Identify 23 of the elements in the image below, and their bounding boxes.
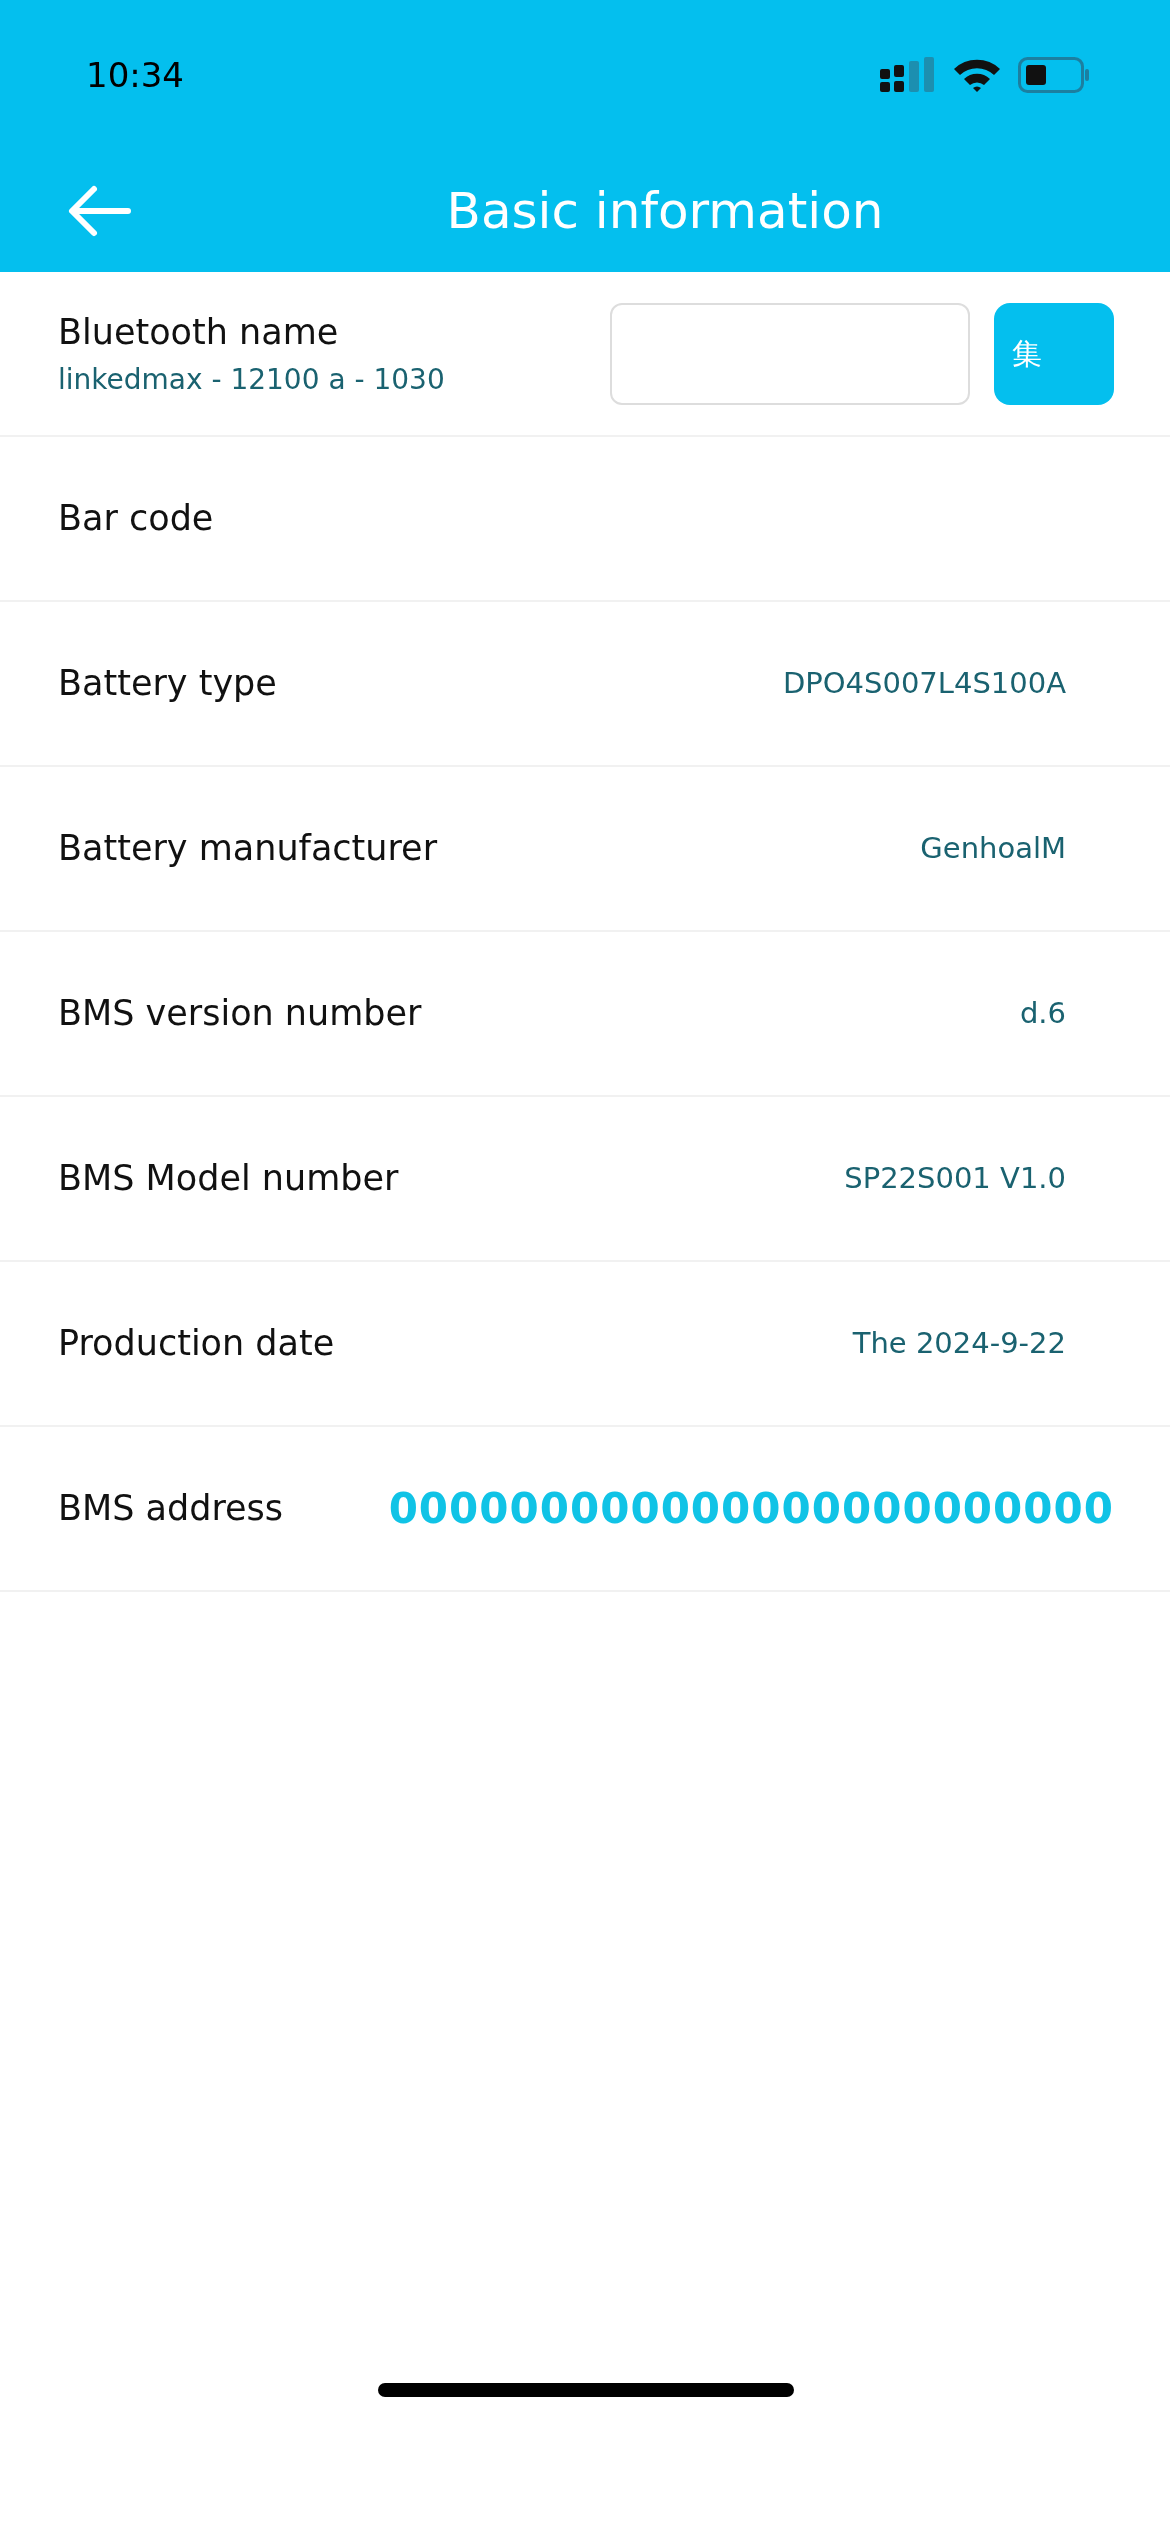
field-value: linkedmax - 12100 a - 1030 bbox=[58, 361, 445, 398]
battery-icon bbox=[1018, 57, 1090, 93]
field-label: BMS address bbox=[58, 1487, 284, 1531]
wifi-icon bbox=[952, 57, 1002, 93]
field-label: Production date bbox=[58, 1322, 335, 1366]
field-value: 000000000000000000000000 bbox=[388, 1483, 1114, 1535]
field-label: BMS version number bbox=[58, 992, 422, 1036]
back-button[interactable] bbox=[66, 183, 132, 239]
status-time: 10:34 bbox=[86, 53, 184, 97]
field-label: Bar code bbox=[58, 497, 214, 541]
field-value: GenhoalM bbox=[920, 829, 1066, 867]
signal-icon bbox=[880, 57, 936, 93]
page-title: Basic information bbox=[446, 180, 884, 242]
input-field[interactable] bbox=[610, 302, 970, 405]
field-label: Bluetooth name bbox=[58, 311, 340, 355]
field-label: BMS Model number bbox=[58, 1157, 399, 1201]
field-label: Battery manufacturer bbox=[58, 827, 438, 871]
field-value: SP22S001 V1.0 bbox=[844, 1159, 1066, 1197]
field-value: DPO4S007L4S100A bbox=[782, 664, 1066, 702]
field-value: The 2024-9-22 bbox=[852, 1324, 1066, 1362]
field-label: Battery type bbox=[58, 662, 277, 706]
action-button[interactable]: 集 bbox=[994, 302, 1114, 405]
field-value: d.6 bbox=[1019, 994, 1066, 1032]
